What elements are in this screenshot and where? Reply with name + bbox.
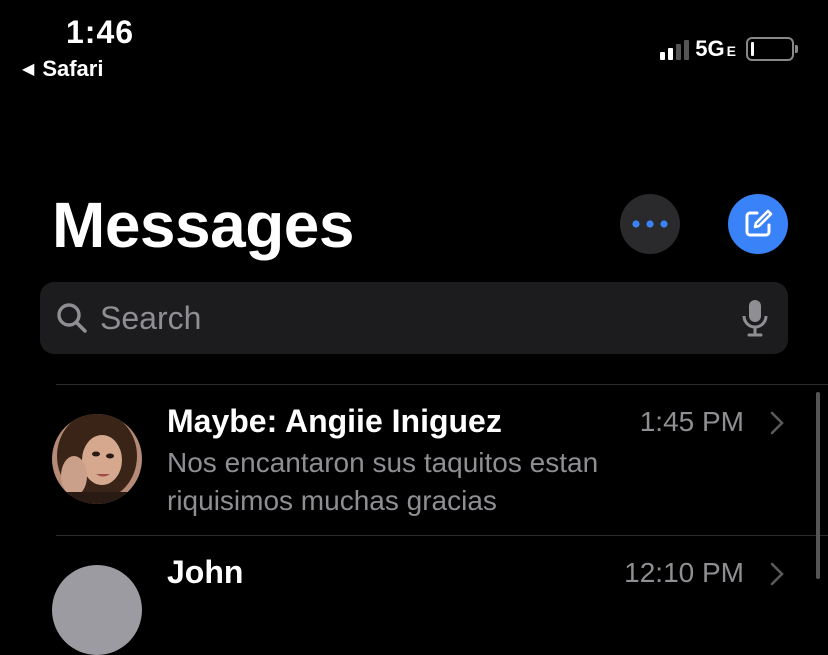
back-app-label: Safari <box>42 56 104 81</box>
microphone-icon[interactable] <box>740 298 770 338</box>
network-suffix: E <box>726 43 736 59</box>
page-title: Messages <box>52 189 354 261</box>
message-preview: Nos encantaron sus taquitos estan riquis… <box>167 447 599 516</box>
conversation-row[interactable]: Maybe: Angiie Iniguez 1:45 PM Nos encant… <box>0 385 828 535</box>
network-type: 5G E <box>695 36 736 62</box>
ellipsis-icon <box>632 220 668 228</box>
compose-icon <box>745 209 773 237</box>
contact-name: John <box>167 554 244 590</box>
status-indicators: 5G E <box>660 36 798 62</box>
more-options-button[interactable] <box>620 194 680 254</box>
search-input[interactable]: Search <box>100 300 740 337</box>
back-triangle-icon: ◀ <box>22 61 35 78</box>
contact-name: Maybe: Angiie Iniguez <box>167 403 502 439</box>
search-bar[interactable]: Search <box>40 282 788 354</box>
avatar <box>52 414 142 504</box>
message-time: 1:45 PM <box>639 406 744 437</box>
signal-strength-icon <box>660 38 690 60</box>
chevron-right-icon <box>770 562 784 586</box>
scrollbar[interactable] <box>816 392 820 579</box>
conversation-row[interactable]: John 12:10 PM <box>0 536 828 655</box>
chevron-right-icon <box>770 411 784 435</box>
message-time: 12:10 PM <box>624 557 744 588</box>
compose-button[interactable] <box>728 194 788 254</box>
battery-icon <box>746 37 798 61</box>
search-icon <box>54 300 90 336</box>
back-to-app-button[interactable]: ◀ Safari <box>22 56 103 82</box>
status-time: 1:46 <box>66 14 135 50</box>
network-label: 5G <box>695 36 725 61</box>
